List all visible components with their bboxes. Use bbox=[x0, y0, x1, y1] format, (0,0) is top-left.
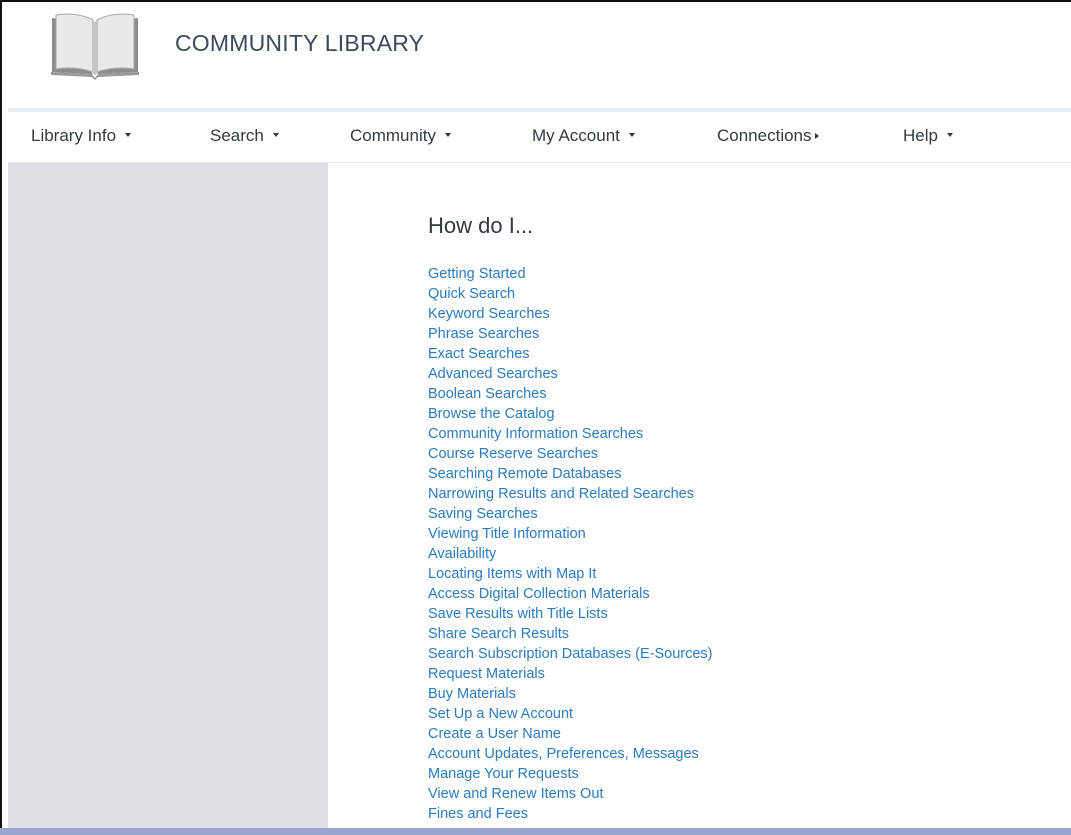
caret-right-icon bbox=[814, 132, 819, 139]
help-link[interactable]: Exact Searches bbox=[428, 344, 713, 364]
nav-label: Connections bbox=[717, 126, 812, 145]
nav-community[interactable]: Community bbox=[350, 126, 451, 146]
help-link[interactable]: Availability bbox=[428, 544, 713, 564]
nav-label: Help bbox=[903, 126, 938, 145]
caret-down-icon bbox=[444, 132, 451, 137]
nav-label: My Account bbox=[532, 126, 620, 145]
main-navbar: Library Info Search Community My Account… bbox=[8, 112, 1071, 163]
help-link[interactable]: Getting Started bbox=[428, 264, 713, 284]
help-link[interactable]: Create a User Name bbox=[428, 724, 713, 744]
left-sidebar bbox=[8, 163, 328, 828]
help-link[interactable]: Course Reserve Searches bbox=[428, 444, 713, 464]
help-link[interactable]: Searching Remote Databases bbox=[428, 464, 713, 484]
help-link[interactable]: Buy Materials bbox=[428, 684, 713, 704]
help-link[interactable]: Browse the Catalog bbox=[428, 404, 713, 424]
help-link[interactable]: Keyword Searches bbox=[428, 304, 713, 324]
help-link[interactable]: Narrowing Results and Related Searches bbox=[428, 484, 713, 504]
caret-down-icon bbox=[628, 132, 635, 137]
open-book-icon[interactable] bbox=[48, 12, 142, 80]
nav-help[interactable]: Help bbox=[903, 126, 953, 146]
help-topic-list: Getting Started Quick Search Keyword Sea… bbox=[428, 264, 713, 824]
help-link[interactable]: Request Materials bbox=[428, 664, 713, 684]
help-link[interactable]: Search Subscription Databases (E-Sources… bbox=[428, 644, 713, 664]
site-header: COMMUNITY LIBRARY bbox=[8, 2, 1071, 108]
help-link[interactable]: Access Digital Collection Materials bbox=[428, 584, 713, 604]
nav-connections[interactable]: Connections bbox=[717, 126, 819, 146]
nav-label: Community bbox=[350, 126, 436, 145]
caret-down-icon bbox=[125, 132, 132, 137]
caret-down-icon bbox=[946, 132, 953, 137]
help-link[interactable]: Phrase Searches bbox=[428, 324, 713, 344]
main-content: How do I... Getting Started Quick Search… bbox=[328, 163, 1071, 828]
help-link[interactable]: Viewing Title Information bbox=[428, 524, 713, 544]
help-link[interactable]: Quick Search bbox=[428, 284, 713, 304]
help-link[interactable]: Fines and Fees bbox=[428, 804, 713, 824]
nav-label: Search bbox=[210, 126, 264, 145]
help-link[interactable]: Account Updates, Preferences, Messages bbox=[428, 744, 713, 764]
help-link[interactable]: Set Up a New Account bbox=[428, 704, 713, 724]
help-link[interactable]: Advanced Searches bbox=[428, 364, 713, 384]
help-link[interactable]: Locating Items with Map It bbox=[428, 564, 713, 584]
help-link[interactable]: View and Renew Items Out bbox=[428, 784, 713, 804]
nav-search[interactable]: Search bbox=[210, 126, 279, 146]
help-link[interactable]: Save Results with Title Lists bbox=[428, 604, 713, 624]
nav-label: Library Info bbox=[31, 126, 117, 145]
help-link[interactable]: Share Search Results bbox=[428, 624, 713, 644]
site-title[interactable]: COMMUNITY LIBRARY bbox=[175, 30, 424, 57]
bottom-bar bbox=[0, 828, 1071, 835]
how-do-i-heading: How do I... bbox=[428, 213, 534, 238]
caret-down-icon bbox=[272, 132, 279, 137]
nav-library-info[interactable]: Library Info bbox=[31, 126, 132, 146]
help-link[interactable]: Manage Your Requests bbox=[428, 764, 713, 784]
help-link[interactable]: Saving Searches bbox=[428, 504, 713, 524]
help-link[interactable]: Community Information Searches bbox=[428, 424, 713, 444]
nav-my-account[interactable]: My Account bbox=[532, 126, 635, 146]
help-link[interactable]: Boolean Searches bbox=[428, 384, 713, 404]
